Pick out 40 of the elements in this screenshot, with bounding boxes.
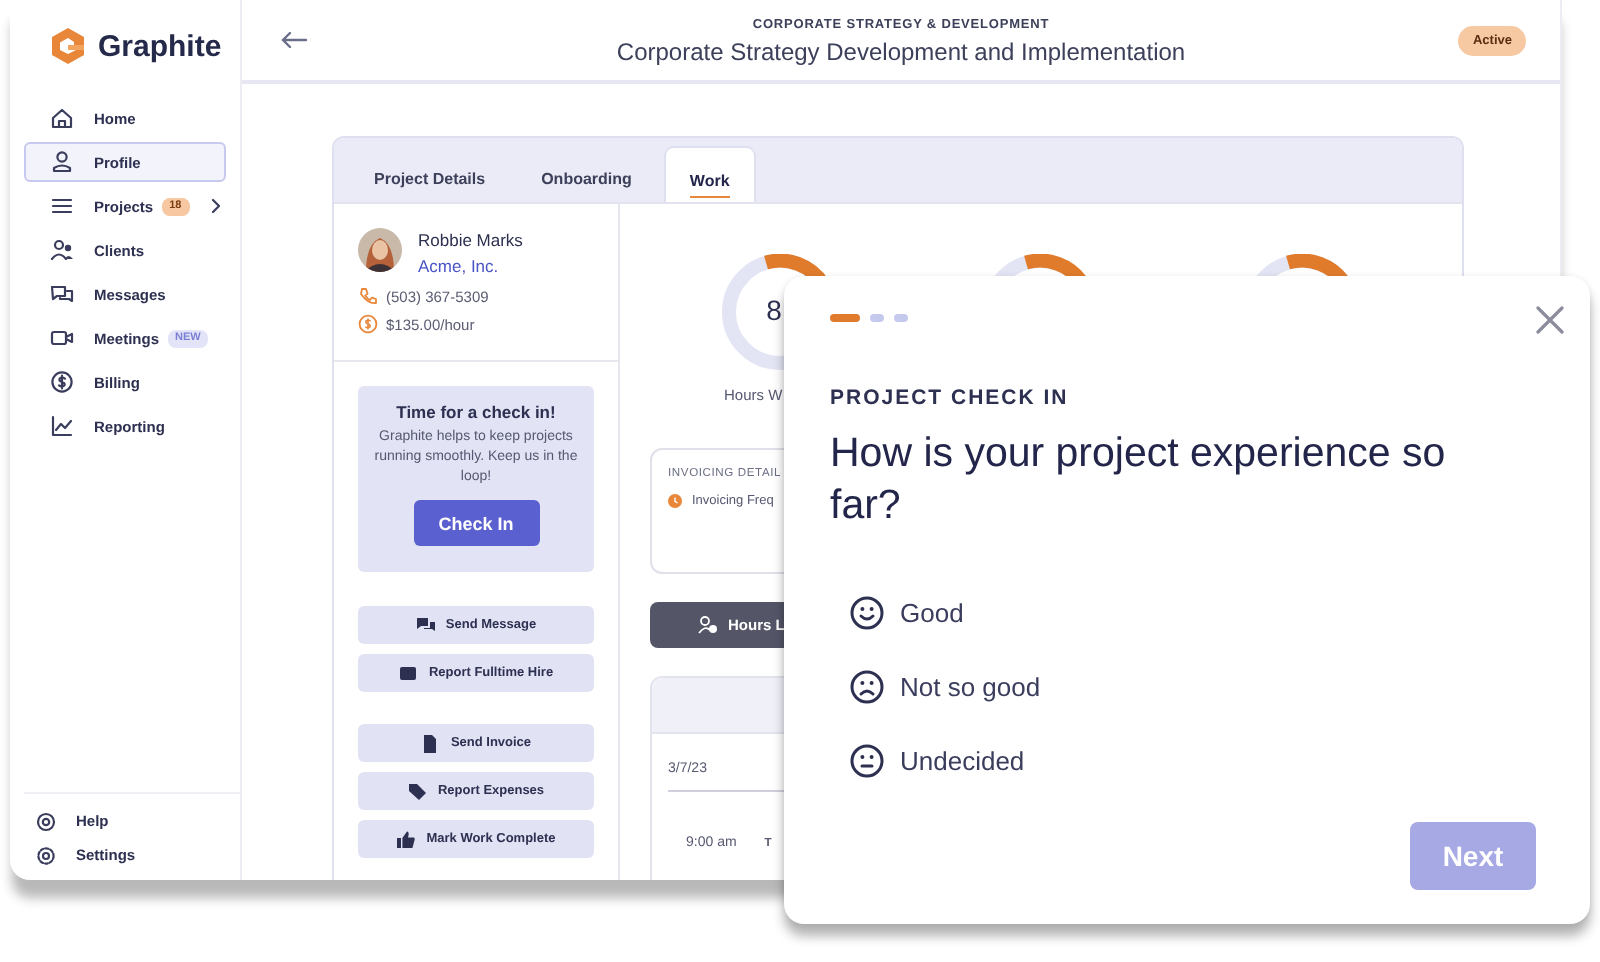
thumbs-up-icon [396, 829, 417, 849]
avatar [358, 228, 402, 272]
tab[interactable]: Project Details [350, 146, 510, 202]
check-in-title: Time for a check in! [396, 402, 556, 422]
tab[interactable]: Onboarding [517, 146, 656, 202]
logo-icon [50, 26, 86, 66]
menu-icon [50, 194, 74, 218]
close-icon [1536, 306, 1564, 334]
company-link[interactable]: Acme, Inc. [418, 256, 523, 276]
neutral-face-icon [850, 744, 884, 778]
dialog-question: How is your project experience so far? [830, 428, 1448, 532]
contact-name: Robbie Marks [418, 230, 523, 250]
sad-face-icon [850, 670, 884, 704]
tab[interactable]: Work [663, 146, 756, 202]
help-icon [36, 811, 56, 831]
video-icon [50, 326, 74, 350]
check-in-button[interactable]: Check In [413, 500, 539, 546]
person-icon [50, 150, 74, 174]
back-button[interactable] [280, 30, 308, 50]
answer-option[interactable]: Good [850, 576, 976, 650]
back-arrow-icon [280, 30, 308, 50]
happy-face-icon [850, 596, 884, 630]
tag-icon [407, 781, 428, 801]
document-icon [420, 733, 441, 753]
people-icon [50, 238, 74, 262]
logo-text: Graphite [98, 29, 222, 63]
phone-icon [358, 286, 378, 306]
dollar-icon [358, 314, 378, 334]
clock-icon [668, 494, 682, 508]
line-chart-icon [50, 414, 74, 438]
close-button[interactable] [1536, 306, 1564, 334]
chat-icon [50, 282, 74, 306]
ring-value: 8 [766, 294, 782, 326]
dollar-icon [50, 370, 74, 394]
chat-icon [415, 615, 436, 635]
answer-option[interactable]: Not so good [850, 650, 1053, 724]
project-title: Corporate Strategy Development and Implementation [614, 38, 1188, 66]
home-icon [50, 106, 74, 130]
settings-icon [36, 845, 56, 865]
dialog-eyebrow: PROJECT CHECK IN [830, 386, 1071, 410]
